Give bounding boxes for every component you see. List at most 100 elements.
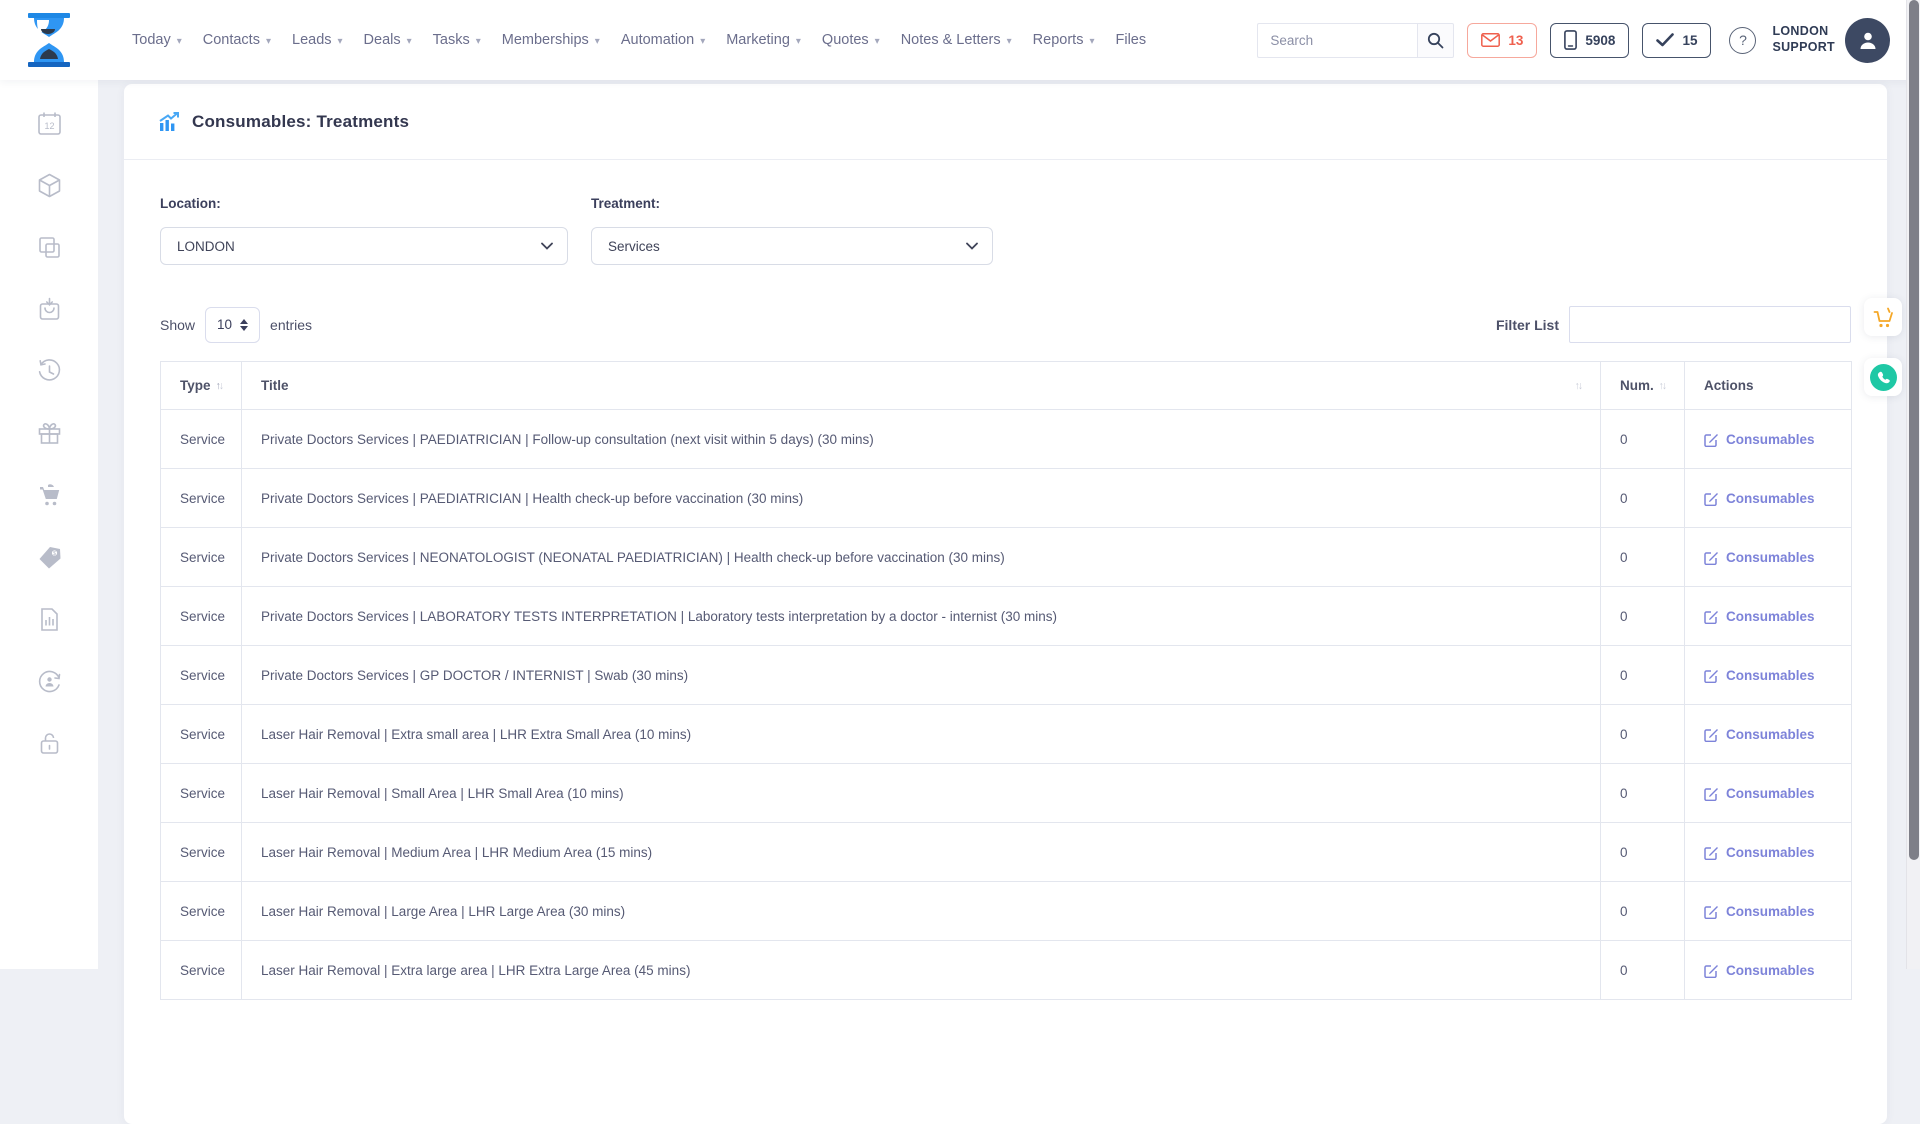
consumables-link[interactable]: Consumables — [1704, 432, 1832, 447]
copy-icon — [36, 234, 63, 261]
nav-item-reports[interactable]: Reports ▾ — [1033, 32, 1095, 48]
avatar[interactable] — [1845, 18, 1890, 63]
nav-item-tasks[interactable]: Tasks ▾ — [433, 32, 481, 48]
location-label: Location: — [160, 196, 568, 211]
filter-list-label: Filter List — [1496, 317, 1559, 333]
sidebar-item-security[interactable] — [36, 730, 63, 757]
nav-item-automation[interactable]: Automation ▾ — [621, 32, 705, 48]
search-button[interactable] — [1417, 23, 1454, 58]
edit-icon — [1704, 845, 1719, 860]
edit-icon — [1704, 786, 1719, 801]
vertical-scrollbar[interactable] — [1906, 0, 1920, 969]
tasks-badge[interactable]: 15 — [1642, 23, 1711, 58]
filter-list: Filter List — [1496, 306, 1851, 343]
cell-num: 0 — [1601, 705, 1685, 764]
navbar-right: 13 5908 15 ? LONDON SUPPORT — [1257, 18, 1890, 63]
nav-item-deals[interactable]: Deals ▾ — [364, 32, 412, 48]
gift-icon — [36, 420, 63, 447]
sort-icon: ↑↓ — [216, 380, 223, 392]
treatment-value: Services — [608, 239, 660, 254]
cell-title: Private Doctors Services | LABORATORY TE… — [242, 587, 1601, 646]
consumables-link[interactable]: Consumables — [1704, 550, 1832, 565]
cell-num: 0 — [1601, 528, 1685, 587]
sidebar-item-calendar[interactable]: 12 — [36, 110, 63, 137]
consumables-link[interactable]: Consumables — [1704, 727, 1832, 742]
table-row: Service Laser Hair Removal | Medium Area… — [161, 823, 1852, 882]
cell-num: 0 — [1601, 941, 1685, 1000]
cell-type: Service — [161, 823, 242, 882]
spinner-icon — [240, 319, 248, 331]
cell-actions: Consumables — [1685, 705, 1852, 764]
phone-teal-icon — [1870, 364, 1897, 391]
consumables-link[interactable]: Consumables — [1704, 491, 1832, 506]
floating-phone-button[interactable] — [1864, 358, 1902, 396]
nav-item-quotes[interactable]: Quotes ▾ — [822, 32, 880, 48]
nav-item-marketing[interactable]: Marketing ▾ — [726, 32, 801, 48]
consumables-link[interactable]: Consumables — [1704, 609, 1832, 624]
cell-type: Service — [161, 587, 242, 646]
app-logo[interactable] — [0, 13, 98, 67]
sidebar-item-reports[interactable] — [36, 606, 63, 633]
nav-item-today[interactable]: Today ▾ — [132, 32, 182, 48]
cell-num: 0 — [1601, 882, 1685, 941]
card-header: Consumables: Treatments — [124, 84, 1887, 160]
cell-title: Private Doctors Services | GP DOCTOR / I… — [242, 646, 1601, 705]
consumables-link[interactable]: Consumables — [1704, 668, 1832, 683]
cell-type: Service — [161, 646, 242, 705]
content-card: Consumables: Treatments Location: LONDON… — [124, 84, 1887, 1124]
consumables-link[interactable]: Consumables — [1704, 904, 1832, 919]
price-tag-icon: $ — [36, 544, 63, 571]
nav-item-notes-letters[interactable]: Notes & Letters ▾ — [901, 32, 1012, 48]
envelope-icon — [1481, 33, 1500, 47]
consumables-link[interactable]: Consumables — [1704, 786, 1832, 801]
history-icon — [36, 358, 63, 385]
consumables-link[interactable]: Consumables — [1704, 963, 1832, 978]
table-controls: Show 10 entries Filter List — [160, 306, 1851, 343]
svg-text:12: 12 — [44, 121, 54, 131]
sidebar-item-history[interactable] — [36, 358, 63, 385]
search-input[interactable] — [1257, 23, 1417, 58]
sidebar-item-gifts[interactable] — [36, 420, 63, 447]
treatment-filter: Treatment: Services — [591, 196, 993, 265]
page-size-select[interactable]: 10 — [205, 307, 260, 343]
calls-badge[interactable]: 5908 — [1550, 23, 1629, 58]
floating-cart-button[interactable] — [1864, 298, 1902, 336]
column-header-title[interactable]: Title ↑↓ — [242, 362, 1601, 410]
sidebar-item-products[interactable] — [36, 172, 63, 199]
messages-badge[interactable]: 13 — [1467, 23, 1537, 58]
sidebar-item-pos[interactable] — [36, 482, 63, 509]
lock-icon — [36, 730, 63, 757]
chevron-down-icon: ▾ — [595, 36, 600, 47]
edit-icon — [1704, 904, 1719, 919]
cell-title: Private Doctors Services | NEONATOLOGIST… — [242, 528, 1601, 587]
cell-title: Laser Hair Removal | Large Area | LHR La… — [242, 882, 1601, 941]
consumables-link[interactable]: Consumables — [1704, 845, 1832, 860]
cell-actions: Consumables — [1685, 882, 1852, 941]
nav-item-files[interactable]: Files — [1115, 32, 1146, 48]
check-icon — [1656, 33, 1674, 47]
nav-item-memberships[interactable]: Memberships ▾ — [502, 32, 600, 48]
sidebar-item-client-sync[interactable] — [36, 668, 63, 695]
sidebar-item-orders[interactable] — [36, 296, 63, 323]
report-doc-icon — [36, 606, 63, 633]
filter-list-input[interactable] — [1569, 306, 1851, 343]
calendar-12-icon: 12 — [36, 110, 63, 137]
question-circle-icon[interactable]: ? — [1729, 27, 1756, 54]
sort-icon: ↑↓ — [1575, 380, 1582, 392]
cell-actions: Consumables — [1685, 646, 1852, 705]
column-header-type[interactable]: Type ↑↓ — [161, 362, 242, 410]
sidebar-item-pricing[interactable]: $ — [36, 544, 63, 571]
nav-item-leads[interactable]: Leads ▾ — [292, 32, 343, 48]
show-label: Show — [160, 317, 195, 333]
treatment-label: Treatment: — [591, 196, 993, 211]
user-name: LONDON SUPPORT — [1772, 24, 1835, 55]
treatment-select[interactable]: Services — [591, 227, 993, 265]
location-select[interactable]: LONDON — [160, 227, 568, 265]
nav-item-contacts[interactable]: Contacts ▾ — [203, 32, 271, 48]
column-header-num[interactable]: Num. ↑↓ — [1601, 362, 1685, 410]
cell-actions: Consumables — [1685, 528, 1852, 587]
scrollbar-thumb[interactable] — [1909, 0, 1919, 860]
column-header-actions: Actions — [1685, 362, 1852, 410]
sidebar-item-duplicate[interactable] — [36, 234, 63, 261]
cell-type: Service — [161, 528, 242, 587]
